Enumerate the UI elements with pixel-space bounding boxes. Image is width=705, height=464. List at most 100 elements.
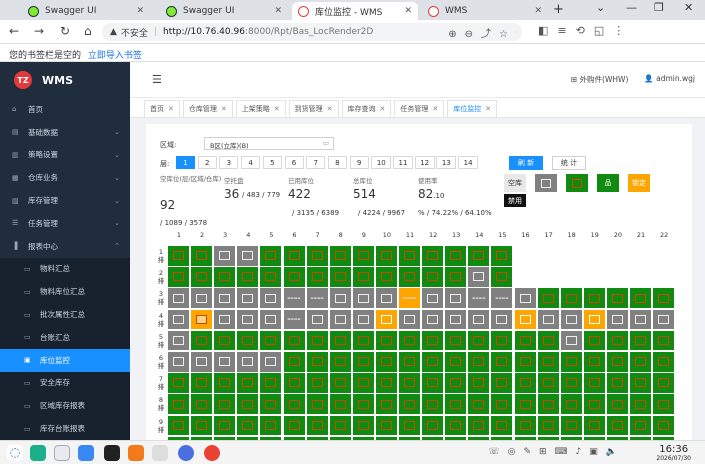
location-cell-full[interactable] <box>375 394 397 414</box>
location-cell-full[interactable] <box>375 373 397 393</box>
location-cell-full[interactable] <box>191 415 213 436</box>
location-cell-full[interactable] <box>514 415 536 436</box>
user-location[interactable]: ⊞ 外购件(WHW) <box>571 74 629 85</box>
sidebar-item[interactable]: ⌂ 首页 <box>0 98 130 121</box>
new-tab-icon[interactable]: + <box>553 2 564 17</box>
location-cell-full[interactable] <box>214 267 236 287</box>
browser-tab-1[interactable]: Swagger UI ✕ <box>22 2 150 20</box>
page-tab[interactable]: 库存查询 ✕ <box>341 100 392 117</box>
location-cell-pallet[interactable] <box>537 309 559 330</box>
location-cell-full[interactable] <box>560 288 582 308</box>
location-cell-full[interactable] <box>422 330 444 351</box>
layer-button[interactable]: 14 <box>458 156 479 169</box>
location-cell-pallet[interactable] <box>399 309 420 330</box>
close-icon[interactable]: ✕ <box>327 105 333 113</box>
location-cell-full[interactable] <box>260 415 282 436</box>
location-cell-full[interactable] <box>237 373 259 393</box>
location-cell-full[interactable] <box>352 330 374 351</box>
page-tab[interactable]: 上架策略 ✕ <box>235 100 286 117</box>
location-cell-pallet[interactable] <box>168 352 189 372</box>
location-cell-full[interactable] <box>468 330 490 351</box>
location-cell-full[interactable] <box>630 394 651 414</box>
location-cell-full[interactable] <box>653 352 675 372</box>
page-tab[interactable]: 库位监控 ✕ <box>447 100 498 117</box>
location-cell-full[interactable] <box>606 330 628 351</box>
location-cell-full[interactable] <box>491 415 513 436</box>
location-cell-full[interactable] <box>445 394 467 414</box>
location-cell-pallet[interactable] <box>422 288 444 308</box>
toolbar-extension-icons[interactable]: ◧≡⟲◱⋮ <box>538 24 633 37</box>
location-cell-full[interactable] <box>468 415 490 436</box>
sidebar-item[interactable]: ▧ 库存管理 ⌄ <box>0 189 130 212</box>
location-cell-pallet-dense[interactable]: ▬▬▬▬ <box>306 288 328 308</box>
location-cell-full[interactable] <box>237 267 259 287</box>
browser-tab-3[interactable]: 库位监控 - WMS ✕ <box>292 2 418 20</box>
location-cell-pallet[interactable] <box>630 309 651 330</box>
location-cell-full[interactable] <box>422 394 444 414</box>
location-cell-full[interactable] <box>560 415 582 436</box>
close-icon[interactable]: ✕ <box>274 6 282 16</box>
page-tab[interactable]: 到货管理 ✕ <box>288 100 339 117</box>
location-cell-pallet-dense[interactable]: ▬▬▬▬ <box>283 309 305 330</box>
layer-button[interactable]: 10 <box>371 156 392 169</box>
location-cell-full[interactable] <box>606 394 628 414</box>
layer-button[interactable]: 3 <box>219 156 239 169</box>
location-cell-full[interactable] <box>560 373 582 393</box>
location-cell-full[interactable] <box>399 415 420 436</box>
location-cell-full[interactable] <box>491 352 513 372</box>
location-cell-full[interactable] <box>468 246 490 266</box>
layer-button[interactable]: 11 <box>393 156 413 169</box>
location-cell-pallet[interactable] <box>214 352 236 372</box>
location-cell-full[interactable] <box>329 373 351 393</box>
location-cell-full[interactable] <box>468 352 490 372</box>
sidebar-item[interactable]: ▤ 基础数据 ⌄ <box>0 121 130 144</box>
location-cell-full[interactable] <box>399 352 420 372</box>
sidebar-item[interactable]: ▭ 批次属性汇总 <box>0 303 130 326</box>
location-cell-full[interactable] <box>237 330 259 351</box>
location-cell-full[interactable] <box>191 267 213 287</box>
app-icon[interactable] <box>30 445 46 461</box>
location-cell-full[interactable] <box>514 352 536 372</box>
location-cell-pallet[interactable] <box>260 352 282 372</box>
location-cell-pallet[interactable] <box>168 288 189 308</box>
location-cell-full[interactable] <box>283 267 305 287</box>
location-cell-full[interactable] <box>329 246 351 266</box>
location-cell-full[interactable] <box>191 373 213 393</box>
location-cell-lock-pallet[interactable] <box>191 309 213 330</box>
store-icon[interactable] <box>78 445 94 461</box>
location-cell-full[interactable] <box>283 246 305 266</box>
location-cell-full[interactable] <box>445 246 467 266</box>
location-cell-full[interactable] <box>606 415 628 436</box>
location-cell-pallet[interactable] <box>191 352 213 372</box>
location-cell-pallet[interactable] <box>352 309 374 330</box>
location-cell-full[interactable] <box>422 415 444 436</box>
location-cell-pallet[interactable] <box>260 309 282 330</box>
location-cell-pallet[interactable] <box>237 288 259 308</box>
sidebar-item[interactable]: ▭ 库存台账报表 <box>0 417 130 440</box>
location-cell-pallet[interactable] <box>329 309 351 330</box>
sidebar-item[interactable]: ▭ 安全库存 <box>0 371 130 395</box>
url-input[interactable]: ▲ 不安全 | http://10.76.40.96 :8000/Rpt/Bas… <box>102 23 522 41</box>
location-cell-full[interactable] <box>283 415 305 436</box>
location-cell-full[interactable] <box>306 352 328 372</box>
location-cell-full[interactable] <box>491 267 513 287</box>
location-cell-full[interactable] <box>583 373 605 393</box>
layer-button[interactable]: 2 <box>197 156 217 169</box>
location-cell-full[interactable] <box>306 246 328 266</box>
user-menu[interactable]: 👤 admin.wgj <box>644 74 695 85</box>
location-cell-full[interactable] <box>191 330 213 351</box>
location-cell-pallet[interactable] <box>606 309 628 330</box>
layer-button[interactable]: 1 <box>176 156 195 169</box>
location-cell-full[interactable] <box>445 330 467 351</box>
location-cell-pallet[interactable] <box>237 352 259 372</box>
location-cell-full[interactable] <box>168 246 189 266</box>
location-cell-full[interactable] <box>260 267 282 287</box>
location-cell-full[interactable] <box>352 267 374 287</box>
location-cell-full[interactable] <box>422 352 444 372</box>
active-app-icon[interactable] <box>104 445 120 461</box>
shop-icon[interactable] <box>128 445 144 461</box>
location-cell-full[interactable] <box>168 373 189 393</box>
layer-button[interactable]: 6 <box>284 156 304 169</box>
location-cell-full[interactable] <box>191 246 213 266</box>
location-cell-pallet[interactable] <box>329 288 351 308</box>
